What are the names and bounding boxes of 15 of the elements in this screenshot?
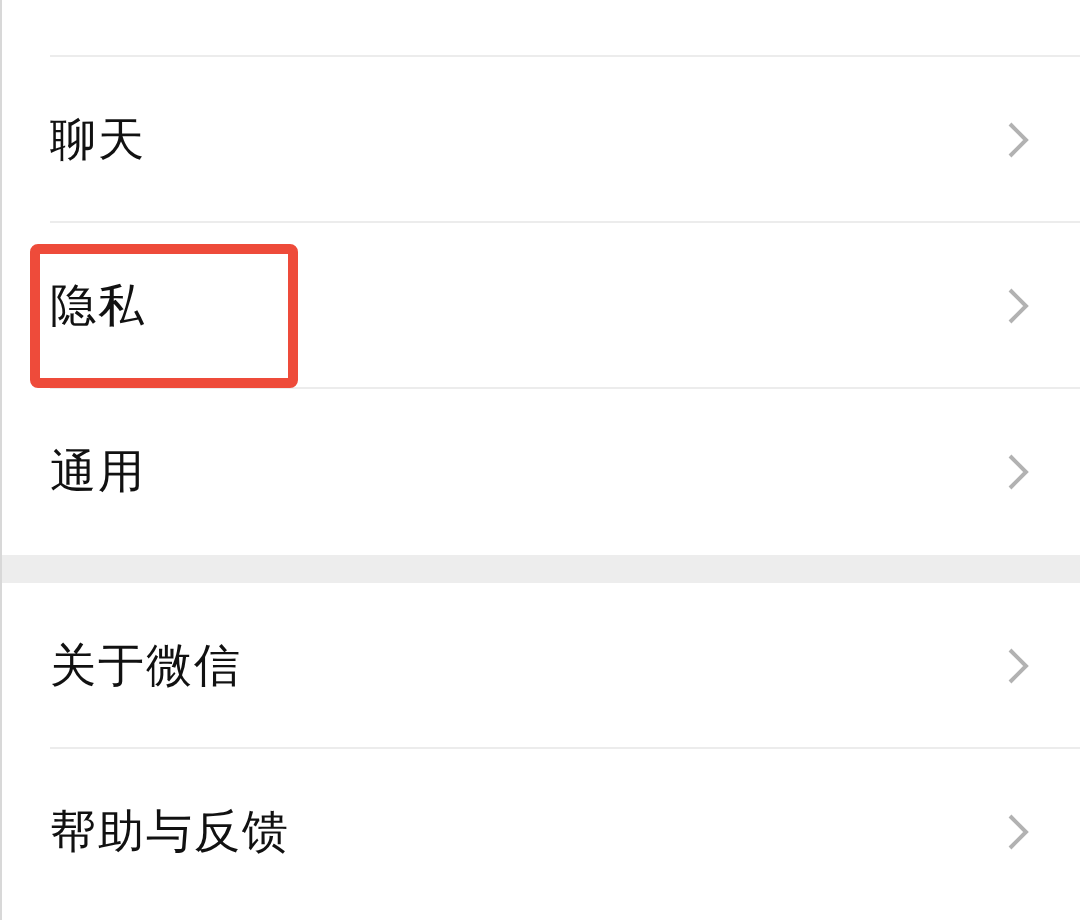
item-label: 关于微信 xyxy=(50,637,242,694)
item-label: 帮助与反馈 xyxy=(50,803,290,860)
settings-item[interactable]: 通用 xyxy=(2,389,1080,555)
item-label: 聊天 xyxy=(50,111,146,168)
item-label: 隐私 xyxy=(50,277,146,334)
settings-item[interactable]: 聊天 xyxy=(2,57,1080,223)
settings-item[interactable]: 隐私 xyxy=(2,223,1080,389)
chevron-icon xyxy=(1006,812,1030,852)
chevron-icon xyxy=(1006,452,1030,492)
settings-item[interactable]: 关于微信 xyxy=(2,583,1080,749)
item-label: 通用 xyxy=(50,443,146,500)
chevron-icon xyxy=(1006,286,1030,326)
chevron-icon xyxy=(1006,646,1030,686)
settings-item[interactable]: 帮助与反馈 xyxy=(2,749,1080,915)
chevron-icon xyxy=(1006,120,1030,160)
